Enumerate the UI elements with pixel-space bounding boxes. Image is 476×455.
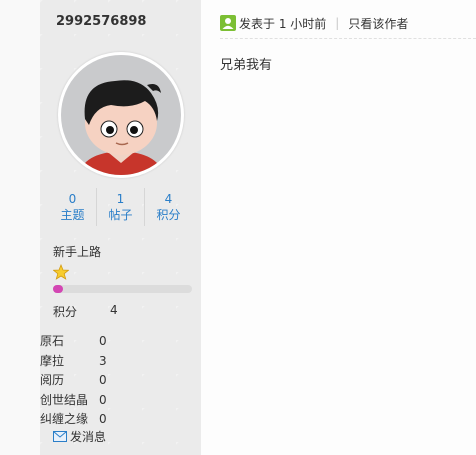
credit-label: 积分 (53, 305, 78, 319)
ext-credit-value: 0 (99, 373, 107, 387)
author-username[interactable]: 2992576898 (56, 14, 146, 29)
rank-progress-bar (53, 285, 192, 293)
author-stats: 0 主题 1 帖子 4 积分 (49, 188, 192, 226)
avatar-image (61, 55, 181, 175)
post-message: 兄弟我有 (220, 58, 273, 73)
ext-credit-value: 0 (99, 392, 107, 407)
ext-credit-item: 原石 0 (40, 332, 107, 352)
send-message-label: 发消息 (70, 430, 107, 444)
ext-credit-item: 创世结晶 0 (40, 391, 107, 411)
ext-credit-item: 摩拉 3 (40, 352, 107, 372)
envelope-icon (53, 431, 67, 442)
stat-posts-count: 1 (116, 192, 125, 206)
credit-value: 4 (110, 303, 118, 317)
ext-credit-item: 阅历 0 (40, 371, 107, 391)
ext-credit-label: 原石 (40, 334, 65, 348)
user-group-title[interactable]: 新手上路 (53, 243, 101, 260)
left-margin (0, 0, 40, 455)
rank-progress-fill (53, 285, 63, 293)
post-time: 发表于 1 小时前 (239, 16, 327, 31)
poster-icon (220, 15, 236, 31)
post-meta-bar: 发表于 1 小时前 | 只看该作者 (220, 12, 460, 34)
meta-separator: | (335, 16, 340, 30)
stat-threads-label: 主题 (60, 208, 85, 222)
ext-credit-value: 3 (99, 353, 107, 368)
stat-posts[interactable]: 1 帖子 (96, 188, 144, 226)
only-author-link[interactable]: 只看该作者 (348, 15, 408, 32)
ext-credit-value: 0 (99, 412, 107, 426)
stat-threads[interactable]: 0 主题 (49, 188, 96, 226)
ext-credit-value: 0 (99, 334, 107, 348)
stat-credits[interactable]: 4 积分 (144, 188, 192, 226)
ext-credit-item: 纠缠之缘 0 (40, 410, 107, 430)
ext-credit-label: 创世结晶 (40, 392, 89, 407)
ext-credit-label: 阅历 (40, 373, 65, 387)
ext-credit-label: 摩拉 (40, 353, 65, 368)
stat-credits-count: 4 (164, 192, 173, 206)
star-icon (53, 264, 69, 280)
stat-posts-label: 帖子 (108, 208, 133, 222)
extended-credits: 原石 0 摩拉 3 阅历 0 创世结晶 0 纠缠之缘 0 (40, 332, 107, 430)
post-divider (220, 38, 476, 39)
send-message-link[interactable]: 发消息 (53, 428, 106, 445)
credit-row: 积分 4 (53, 303, 118, 320)
stat-threads-count: 0 (68, 192, 77, 206)
avatar[interactable] (58, 52, 184, 178)
ext-credit-label: 纠缠之缘 (40, 412, 89, 426)
stat-credits-label: 积分 (156, 208, 181, 222)
